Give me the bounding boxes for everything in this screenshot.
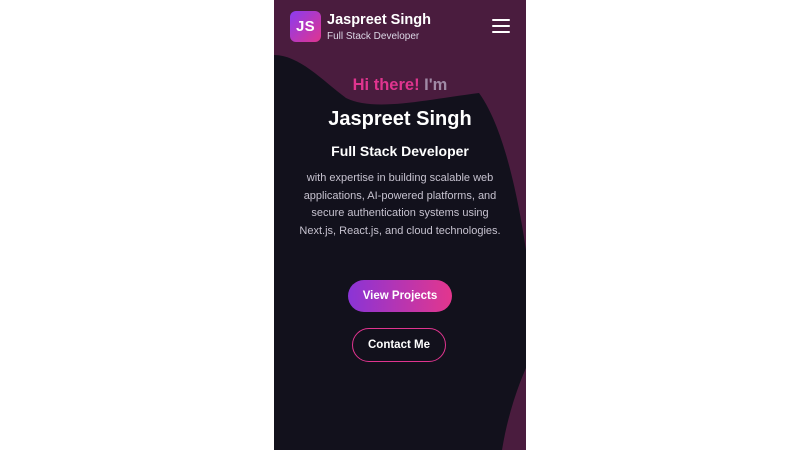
- brand-subtitle: Full Stack Developer: [327, 31, 420, 42]
- hamburger-menu-icon[interactable]: [492, 17, 510, 35]
- brand-name[interactable]: Jaspreet Singh: [327, 11, 431, 29]
- hero-role: Full Stack Developer: [331, 143, 469, 159]
- hero-section: Hi there! I'm Jaspreet Singh Full Stack …: [274, 0, 526, 450]
- mobile-viewport: JS Jaspreet Singh Full Stack Developer H…: [274, 0, 526, 450]
- view-projects-button[interactable]: View Projects: [348, 280, 452, 312]
- greeting-highlight: Hi there!: [352, 76, 420, 94]
- greeting-rest: I'm: [424, 76, 448, 94]
- hero-greeting: Hi there! I'm: [274, 74, 526, 96]
- hero-name: Jaspreet Singh: [328, 108, 472, 130]
- site-header: JS Jaspreet Singh Full Stack Developer: [274, 0, 526, 56]
- logo-badge[interactable]: JS: [290, 11, 321, 42]
- contact-me-button[interactable]: Contact Me: [352, 328, 446, 362]
- hero-description: with expertise in building scalable web …: [299, 172, 501, 238]
